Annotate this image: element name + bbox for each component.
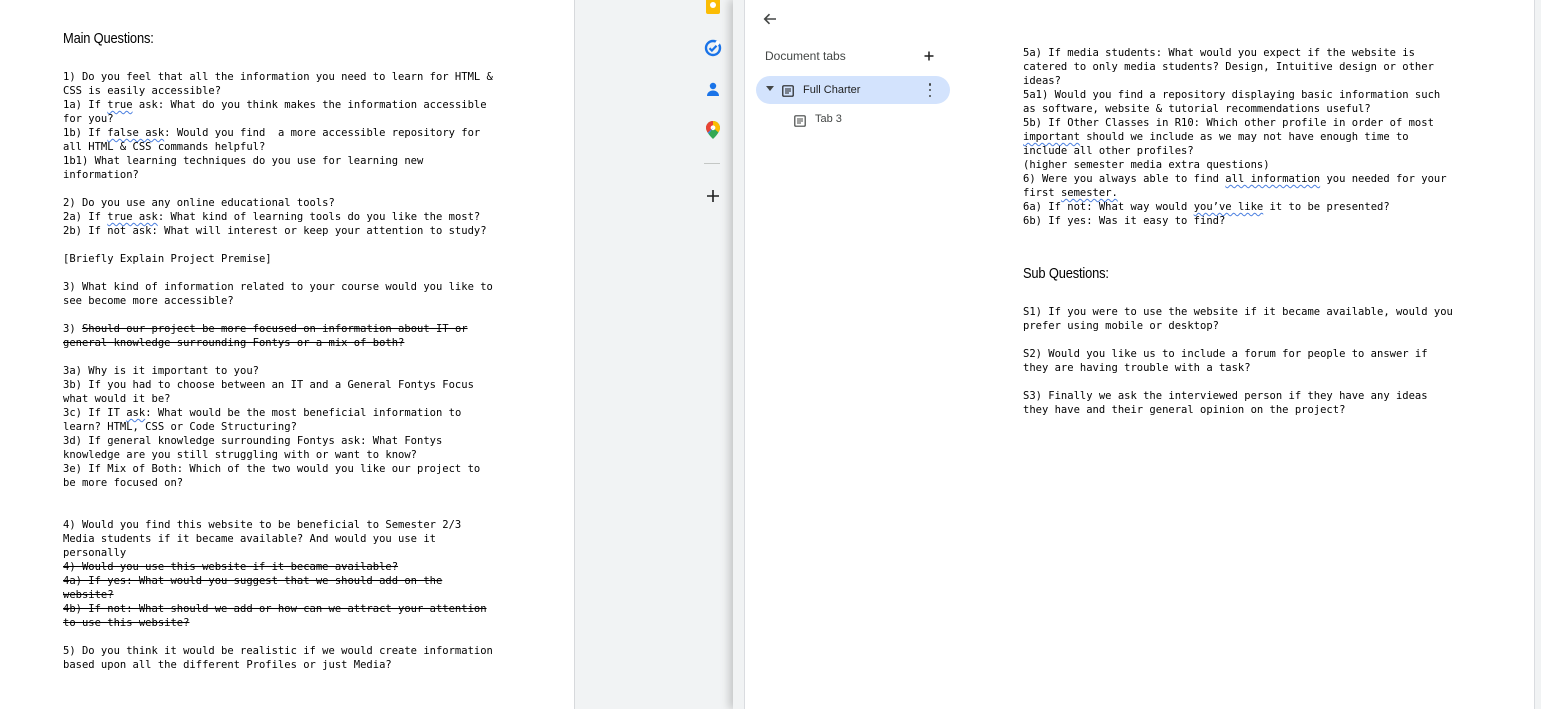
main-questions-heading: Main Questions: [63,30,154,47]
main-question-line: what would it be? [63,393,171,405]
main-question-line: 1b) If false ask: Would you find a more … [63,127,481,139]
main-question-line: ideas? [1023,75,1061,87]
document-icon [782,84,794,97]
document-icon [794,114,806,127]
main-question-line: 4) Would you use this website if it beca… [63,561,399,573]
main-question-line: 1b1) What learning techniques do you use… [63,155,424,167]
main-question-line: based upon all the different Profiles or… [63,659,392,671]
main-question-line: 2b) If not ask: What will interest or ke… [63,225,487,237]
main-question-line: 3d) If general knowledge surrounding Fon… [63,435,443,447]
sub-question-line: S1) If you were to use the website if it… [1023,306,1453,318]
sub-question-line: prefer using mobile or desktop? [1023,320,1219,332]
main-question-line: 5a1) Would you find a repository display… [1023,89,1441,101]
main-question-line: knowledge are you still struggling with … [63,449,418,461]
main-question-line: 3) What kind of information related to y… [63,281,493,293]
main-question-line: 4) Would you find this website to be ben… [63,519,462,531]
contacts-icon[interactable] [703,79,723,99]
main-question-line: 6) Were you always able to find all info… [1023,173,1447,185]
sub-question-line: S3) Finally we ask the interviewed perso… [1023,390,1428,402]
main-question-line: 2a) If true ask: What kind of learning t… [63,211,481,223]
main-question-line: learn? HTML, CSS or Code Structuring? [63,421,297,433]
expand-arrow-icon[interactable] [766,86,774,91]
tasks-icon[interactable] [703,38,723,58]
main-question-line: 6b) If yes: Was it easy to find? [1023,215,1226,227]
main-question-line: 5a) If media students: What would you ex… [1023,47,1415,59]
main-question-line: personally [63,547,127,559]
main-question-line: 3c) If IT ask: What would be the most be… [63,407,462,419]
main-question-line: Media students if it became available? A… [63,533,436,545]
maps-icon[interactable] [703,120,723,140]
main-question-line: 6a) If not: What way would you’ve like i… [1023,201,1390,213]
main-question-line: general knowledge surrounding Fontys or … [63,337,405,349]
main-question-line: important should we include as we may no… [1023,131,1409,143]
main-question-line: 5b) If Other Classes in R10: Which other… [1023,117,1434,129]
main-question-line: 4a) If yes: What would you suggest that … [63,575,443,587]
left-document-page[interactable]: Main Questions: 1) Do you feel that all … [0,0,575,709]
sub-question-line: they have and their general opinion on t… [1023,404,1346,416]
main-question-line: to use this website? [63,617,190,629]
tab-label-full-charter[interactable]: Full Charter [803,84,860,96]
add-icon[interactable] [703,186,723,206]
main-question-line: catered to only media students? Design, … [1023,61,1434,73]
main-question-line: 4b) If not: What should we add or how ca… [63,603,487,615]
sub-question-line: they are having trouble with a task? [1023,362,1251,374]
main-question-line: 3e) If Mix of Both: Which of the two wou… [63,463,481,475]
workspace-background [575,0,733,709]
main-question-line: 3a) Why is it important to you? [63,365,259,377]
main-question-line: 3) Should our project be more focused on… [63,323,468,335]
add-tab-icon[interactable] [921,48,937,64]
main-question-line: 1) Do you feel that all the information … [63,71,493,83]
main-question-line: 2) Do you use any online educational too… [63,197,335,209]
main-question-line: CSS is easily accessible? [63,85,222,97]
main-question-line: all HTML & CSS commands helpful? [63,141,266,153]
main-question-line: website? [63,589,114,601]
main-question-line: first semester. [1023,187,1118,199]
sub-questions-heading: Sub Questions: [1023,265,1109,282]
keep-icon[interactable] [703,0,723,17]
document-tabs-title: Document tabs [765,49,846,63]
main-question-line: include all other profiles? [1023,145,1194,157]
side-panel-divider [704,163,720,164]
main-question-line: 3b) If you had to choose between an IT a… [63,379,474,391]
sub-question-line: S2) Would you like us to include a forum… [1023,348,1428,360]
main-question-line: see become more accessible? [63,295,234,307]
main-question-line: as software, website & tutorial recommen… [1023,103,1371,115]
main-question-line: 1a) If true ask: What do you think makes… [63,99,487,111]
document-tabs-panel [744,0,954,709]
main-question-line: for you? [63,113,114,125]
main-question-line: [Briefly Explain Project Premise] [63,253,272,265]
tab-label-tab-3[interactable]: Tab 3 [815,113,842,125]
back-arrow-icon[interactable] [761,10,779,28]
main-question-line: 5) Do you think it would be realistic if… [63,645,493,657]
main-question-line: information? [63,169,139,181]
more-options-icon[interactable] [926,83,934,97]
main-question-line: be more focused on? [63,477,184,489]
main-question-line: (higher semester media extra questions) [1023,159,1270,171]
